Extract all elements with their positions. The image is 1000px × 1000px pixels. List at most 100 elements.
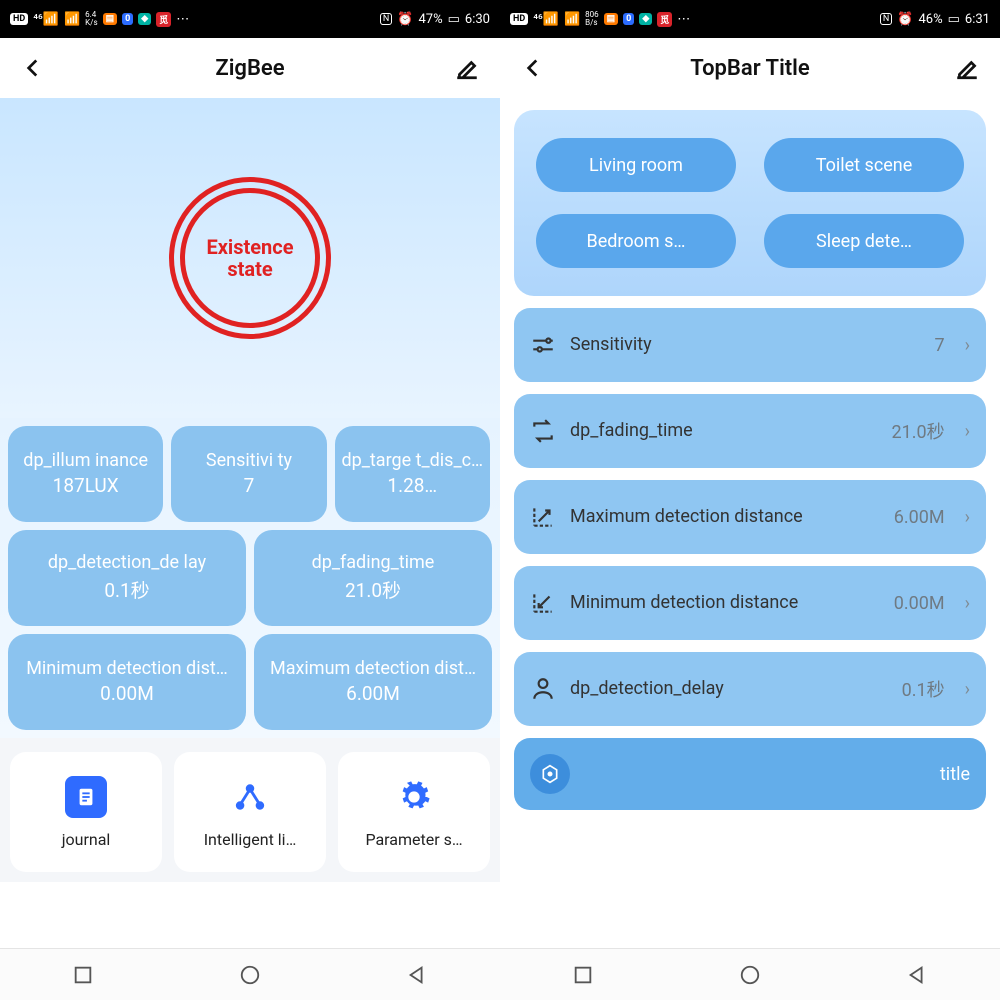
row-value: 7 bbox=[934, 335, 944, 356]
top-bar: TopBar Title bbox=[500, 38, 1000, 98]
action-row: journal Intelligent li… Parameter s… bbox=[0, 738, 500, 882]
chevron-right-icon: › bbox=[965, 679, 970, 700]
hd-icon: HD bbox=[10, 13, 28, 25]
row-value: 0.00M bbox=[894, 593, 945, 614]
row-label: Sensitivity bbox=[570, 335, 920, 356]
linkage-icon bbox=[229, 776, 271, 818]
hero-panel: Existence state bbox=[0, 98, 500, 418]
row-sensitivity[interactable]: Sensitivity 7 › bbox=[514, 308, 986, 382]
signal-icon: ⁴⁶📶 bbox=[533, 12, 559, 27]
existence-state-badge: Existence state bbox=[180, 188, 320, 328]
action-label: journal bbox=[62, 830, 111, 849]
gear-icon bbox=[393, 776, 435, 818]
wifi-icon: 📶 bbox=[64, 12, 80, 27]
status-bar: HD ⁴⁶📶 📶 6.4K/s ▤ 0 ◆ 觅 ⋯ N ⏰ 47% ▭ 6:30 bbox=[0, 0, 500, 38]
app-icon-2: 0 bbox=[122, 13, 133, 25]
tile-fading-time[interactable]: dp_fading_time21.0秒 bbox=[254, 530, 492, 626]
row-max-distance[interactable]: Maximum detection distance 6.00M › bbox=[514, 480, 986, 554]
sliders-icon bbox=[530, 332, 556, 358]
settings-body: Living room Toilet scene Bedroom s… Slee… bbox=[500, 98, 1000, 948]
chevron-right-icon: › bbox=[965, 421, 970, 442]
app-icon-3: ◆ bbox=[138, 13, 151, 25]
nav-home-icon[interactable] bbox=[739, 964, 761, 986]
chevron-right-icon: › bbox=[965, 335, 970, 356]
signal-icon: ⁴⁶📶 bbox=[33, 12, 59, 27]
edit-icon[interactable] bbox=[454, 55, 480, 81]
page-title: ZigBee bbox=[215, 56, 284, 81]
alarm-icon: ⏰ bbox=[897, 12, 913, 27]
nav-recent-icon[interactable] bbox=[72, 964, 94, 986]
scene-bedroom[interactable]: Bedroom s… bbox=[536, 214, 736, 268]
row-detection-delay[interactable]: dp_detection_delay 0.1秒 › bbox=[514, 652, 986, 726]
row-label: dp_detection_delay bbox=[570, 679, 888, 700]
more-icon: ⋯ bbox=[176, 12, 189, 27]
clock-text: 6:31 bbox=[965, 12, 990, 27]
hd-icon: HD bbox=[510, 13, 528, 25]
metrics-grid: dp_illum inance187LUX Sensitivi ty7 dp_t… bbox=[0, 418, 500, 738]
loop-icon bbox=[530, 418, 556, 444]
nfc-icon: N bbox=[380, 13, 392, 25]
hex-icon bbox=[530, 754, 570, 794]
back-icon[interactable] bbox=[520, 55, 546, 81]
row-value: 21.0秒 bbox=[891, 418, 944, 444]
row-label: Minimum detection distance bbox=[570, 593, 880, 614]
page-title: TopBar Title bbox=[690, 56, 809, 81]
app-icon-4: 觅 bbox=[657, 12, 672, 27]
state-label: Existence state bbox=[185, 236, 315, 280]
battery-icon: ▭ bbox=[948, 12, 960, 27]
tile-detection-delay[interactable]: dp_detection_de lay0.1秒 bbox=[8, 530, 246, 626]
nfc-icon: N bbox=[880, 13, 892, 25]
app-icon-4: 觅 bbox=[156, 12, 171, 27]
row-value: 6.00M bbox=[894, 507, 945, 528]
tile-sensitivity[interactable]: Sensitivi ty7 bbox=[171, 426, 326, 522]
phone-left: HD ⁴⁶📶 📶 6.4K/s ▤ 0 ◆ 觅 ⋯ N ⏰ 47% ▭ 6:30… bbox=[0, 0, 500, 1000]
nav-recent-icon[interactable] bbox=[572, 964, 594, 986]
tile-illuminance[interactable]: dp_illum inance187LUX bbox=[8, 426, 163, 522]
tile-max-distance[interactable]: Maximum detection dist…6.00M bbox=[254, 634, 492, 730]
more-icon: ⋯ bbox=[677, 12, 690, 27]
top-bar: ZigBee bbox=[0, 38, 500, 98]
edit-icon[interactable] bbox=[954, 55, 980, 81]
scene-toilet[interactable]: Toilet scene bbox=[764, 138, 964, 192]
range-max-icon bbox=[530, 504, 556, 530]
action-label: Intelligent li… bbox=[204, 830, 297, 849]
tile-min-distance[interactable]: Minimum detection dist…0.00M bbox=[8, 634, 246, 730]
app-icon-2: 0 bbox=[623, 13, 634, 25]
row-label: title bbox=[940, 764, 970, 785]
row-label: Maximum detection distance bbox=[570, 507, 880, 528]
alarm-icon: ⏰ bbox=[397, 12, 413, 27]
action-journal[interactable]: journal bbox=[10, 752, 162, 872]
net-speed: 6.4K/s bbox=[85, 11, 97, 27]
app-icon-3: ◆ bbox=[639, 13, 652, 25]
battery-text: 46% bbox=[918, 12, 942, 27]
row-label: dp_fading_time bbox=[570, 421, 877, 442]
action-label: Parameter s… bbox=[365, 830, 462, 849]
nav-back-icon[interactable] bbox=[406, 964, 428, 986]
scene-panel: Living room Toilet scene Bedroom s… Slee… bbox=[514, 110, 986, 296]
row-value: 0.1秒 bbox=[902, 676, 945, 702]
scene-sleep[interactable]: Sleep dete… bbox=[764, 214, 964, 268]
status-bar: HD ⁴⁶📶 📶 806B/s ▤ 0 ◆ 觅 ⋯ N ⏰ 46% ▭ 6:31 bbox=[500, 0, 1000, 38]
net-speed: 806B/s bbox=[585, 11, 599, 27]
android-nav bbox=[500, 948, 1000, 1000]
chevron-right-icon: › bbox=[965, 507, 970, 528]
nav-back-icon[interactable] bbox=[906, 964, 928, 986]
row-title[interactable]: title bbox=[514, 738, 986, 810]
scene-living-room[interactable]: Living room bbox=[536, 138, 736, 192]
app-icon-1: ▤ bbox=[604, 13, 619, 25]
action-intelligent[interactable]: Intelligent li… bbox=[174, 752, 326, 872]
back-icon[interactable] bbox=[20, 55, 46, 81]
clock-text: 6:30 bbox=[465, 12, 490, 27]
app-icon-1: ▤ bbox=[103, 13, 118, 25]
range-min-icon bbox=[530, 590, 556, 616]
phone-right: HD ⁴⁶📶 📶 806B/s ▤ 0 ◆ 觅 ⋯ N ⏰ 46% ▭ 6:31… bbox=[500, 0, 1000, 1000]
android-nav bbox=[0, 948, 500, 1000]
journal-icon bbox=[65, 776, 107, 818]
action-parameters[interactable]: Parameter s… bbox=[338, 752, 490, 872]
nav-home-icon[interactable] bbox=[239, 964, 261, 986]
tile-target-distance[interactable]: dp_targe t_dis_c…1.28… bbox=[335, 426, 490, 522]
row-fading-time[interactable]: dp_fading_time 21.0秒 › bbox=[514, 394, 986, 468]
wifi-icon: 📶 bbox=[564, 12, 580, 27]
row-min-distance[interactable]: Minimum detection distance 0.00M › bbox=[514, 566, 986, 640]
chevron-right-icon: › bbox=[965, 593, 970, 614]
